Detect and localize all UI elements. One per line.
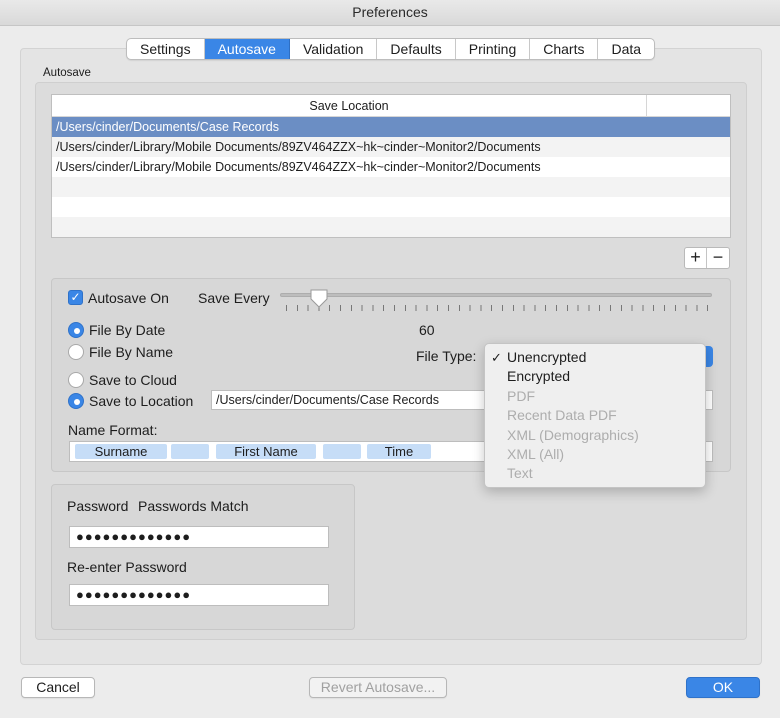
ok-button[interactable]: OK [686,677,760,698]
save-to-cloud-radio[interactable] [68,372,84,388]
file-by-name-radio[interactable] [68,344,84,360]
tab-bar: Settings Autosave Validation Defaults Pr… [126,38,656,60]
name-format-label: Name Format: [68,422,158,438]
menu-item-unencrypted[interactable]: ✓ Unencrypted [485,348,705,367]
menu-item-recent-data-pdf: Recent Data PDF [507,407,617,424]
tab-settings[interactable]: Settings [127,39,205,59]
table-header: Save Location [52,95,730,117]
password-field[interactable]: ●●●●●●●●●●●●● [69,526,329,548]
save-location-table: Save Location /Users/cinder/Documents/Ca… [51,94,731,238]
save-to-location-label: Save to Location [89,393,194,409]
tab-data[interactable]: Data [598,39,654,59]
cancel-button[interactable]: Cancel [21,677,95,698]
save-to-location-radio[interactable] [68,393,84,409]
checkmark-icon: ✓ [491,350,502,365]
menu-item-label: Unencrypted [507,349,587,365]
password-label: Password [67,498,129,514]
autosave-on-label: Autosave On [88,290,169,306]
reenter-password-label: Re-enter Password [67,559,187,575]
file-by-date-radio[interactable] [68,322,84,338]
save-to-cloud-label: Save to Cloud [89,372,177,388]
save-every-slider-track[interactable] [280,293,712,297]
table-row-empty [52,217,730,237]
tab-printing[interactable]: Printing [456,39,531,59]
autosave-group-label: Autosave [43,67,91,79]
tab-validation[interactable]: Validation [290,39,378,59]
menu-item-text: Text [507,465,533,482]
password-match-status: Passwords Match [138,498,249,514]
file-type-label: File Type: [416,348,477,364]
table-row[interactable]: /Users/cinder/Library/Mobile Documents/8… [52,137,730,157]
table-row[interactable]: /Users/cinder/Library/Mobile Documents/8… [52,157,730,177]
name-token-time[interactable]: Time [367,444,431,459]
table-row[interactable]: /Users/cinder/Documents/Case Records [52,117,730,137]
add-location-button[interactable]: + [685,248,707,268]
save-every-label: Save Every [198,290,270,306]
menu-item-xml-demographics: XML (Demographics) [507,426,639,443]
column-header-save-location[interactable]: Save Location [52,95,647,117]
menu-item-encrypted[interactable]: Encrypted [485,367,705,386]
autosave-on-checkbox[interactable]: ✓ [68,290,83,305]
menu-item-xml-all: XML (All) [507,445,565,462]
reenter-password-field[interactable]: ●●●●●●●●●●●●● [69,584,329,606]
tab-defaults[interactable]: Defaults [377,39,456,59]
tab-autosave[interactable]: Autosave [204,39,290,59]
file-type-menu: ✓ Unencrypted Encrypted PDF Recent Data … [484,343,706,488]
remove-location-button[interactable]: − [707,248,729,268]
menu-item-pdf: PDF [507,387,535,404]
name-token-surname[interactable]: Surname [75,444,167,459]
name-token-separator[interactable] [171,444,209,459]
add-remove-control: + − [684,247,730,269]
file-by-date-label: File By Date [89,322,166,338]
revert-autosave-button: Revert Autosave... [309,677,447,698]
window-title: Preferences [0,0,780,26]
name-token-separator[interactable] [323,444,361,459]
tab-charts[interactable]: Charts [530,39,599,59]
save-every-value: 60 [419,322,435,338]
name-token-first-name[interactable]: First Name [216,444,316,459]
file-by-name-label: File By Name [89,344,174,360]
table-row-empty [52,197,730,217]
table-row-empty [52,177,730,197]
save-every-slider-thumb[interactable] [309,288,329,308]
slider-ticks [286,305,708,311]
